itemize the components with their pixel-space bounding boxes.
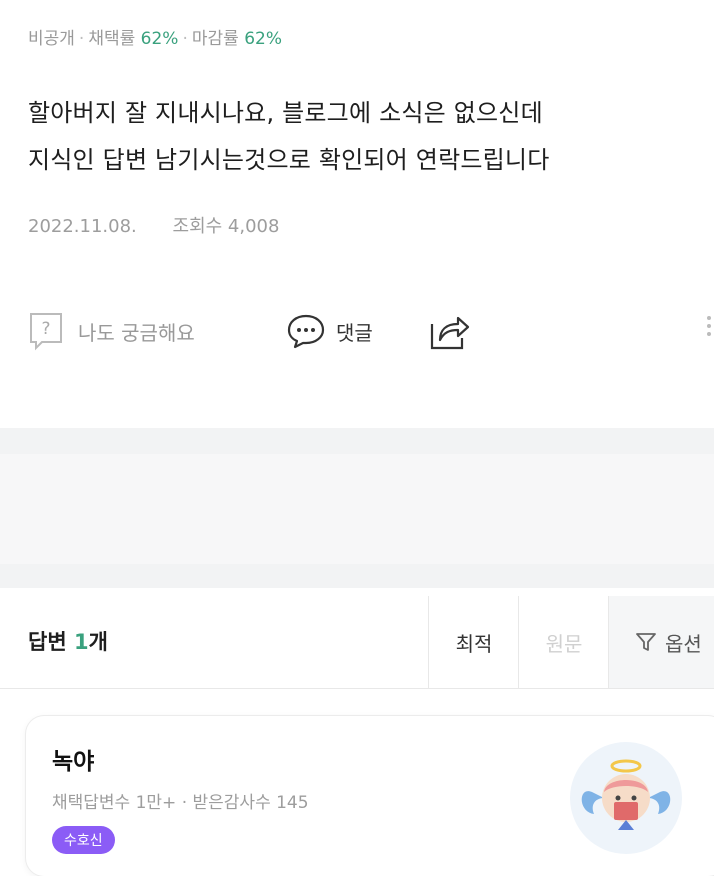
svg-text:?: ? xyxy=(41,319,50,339)
visibility-label: 비공개 xyxy=(28,29,75,49)
view-count: 조회수 4,008 xyxy=(172,216,280,237)
action-bar: ? 나도 궁금해요 댓글 xyxy=(28,308,714,354)
answers-header: 답변 1개 최적 원문 옵션 xyxy=(0,596,714,689)
sort-best-tab[interactable]: 최적 xyxy=(428,596,519,688)
comment-label: 댓글 xyxy=(336,320,373,345)
close-rate-value: 62% xyxy=(244,29,282,49)
separator: · xyxy=(78,29,85,49)
comment-button[interactable]: 댓글 xyxy=(286,308,373,354)
question-date: 2022.11.08. xyxy=(28,216,137,237)
grade-badge: 수호신 xyxy=(52,826,115,854)
section-divider xyxy=(0,428,714,588)
curious-button[interactable]: ? 나도 궁금해요 xyxy=(28,308,195,354)
question-line-2: 지식인 답변 남기시는것으로 확인되어 연락드립니다 xyxy=(28,146,550,174)
share-icon xyxy=(430,316,470,350)
answers-count: 1 xyxy=(73,630,89,654)
question-meta: 비공개 · 채택률 62% · 마감률 62% xyxy=(28,24,282,49)
sort-original-label: 원문 xyxy=(545,631,583,656)
sort-original-tab[interactable]: 원문 xyxy=(518,596,609,688)
option-filter-button[interactable]: 옵션 xyxy=(608,596,714,688)
answers-count-suffix: 개 xyxy=(88,630,108,654)
question-line-1: 할아버지 잘 지내시나요, 블로그에 소식은 없으신데 xyxy=(28,99,543,127)
filter-icon xyxy=(636,633,656,651)
share-button[interactable] xyxy=(426,308,472,354)
adopt-rate-label: 채택률 xyxy=(88,29,136,49)
separator: · xyxy=(182,29,188,49)
angel-avatar-icon xyxy=(581,759,671,830)
close-rate-label: 마감률 xyxy=(191,29,239,49)
more-menu-icon[interactable] xyxy=(704,312,714,352)
sort-best-label: 최적 xyxy=(455,631,493,656)
option-label: 옵션 xyxy=(665,631,702,656)
divider-stripe xyxy=(0,454,714,564)
avatar[interactable] xyxy=(570,742,682,854)
speech-bubble-icon xyxy=(287,314,325,349)
question-mark-icon: ? xyxy=(30,313,62,351)
answers-label: 답변 xyxy=(28,630,67,654)
question-info: 2022.11.08. 조회수 4,008 xyxy=(28,212,279,238)
answer-card[interactable]: 녹야 채택답변수 1만+ · 받은감사수 145 수호신 xyxy=(26,716,714,876)
answer-author[interactable]: 녹야 xyxy=(52,742,94,776)
question-body: 할아버지 잘 지내시나요, 블로그에 소식은 없으신데 지식인 답변 남기시는것… xyxy=(28,90,549,184)
curious-label: 나도 궁금해요 xyxy=(78,320,195,345)
adopt-rate-value: 62% xyxy=(140,29,179,49)
answers-title: 답변 1개 xyxy=(28,626,108,656)
author-stats: 채택답변수 1만+ · 받은감사수 145 xyxy=(52,793,309,813)
